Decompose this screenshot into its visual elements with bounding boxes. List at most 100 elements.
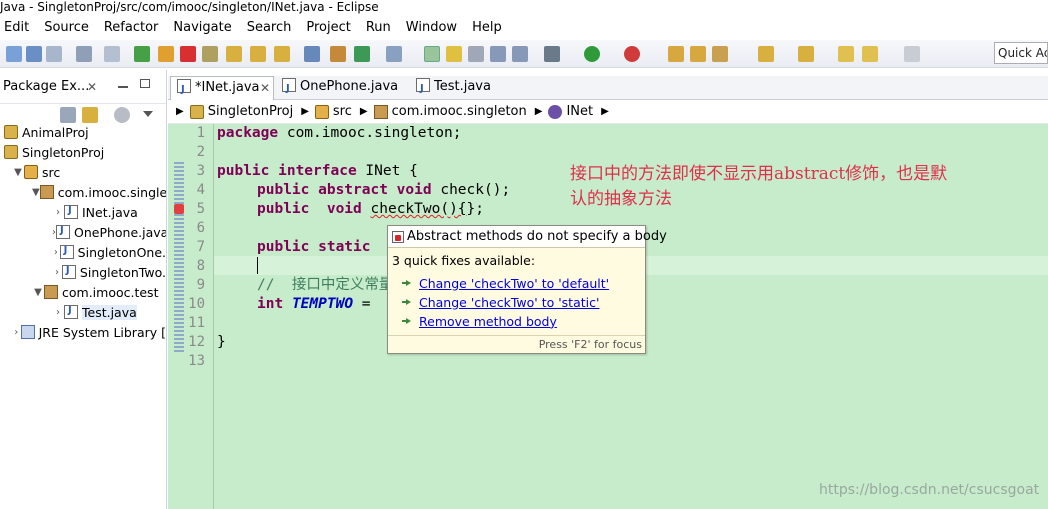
show-whitespace-icon[interactable] [490,46,506,62]
code-text: = [353,296,371,312]
resume-icon[interactable] [134,46,150,62]
quick-fix-item[interactable]: Change 'checkTwo' to 'default' [402,274,609,292]
step-into-icon[interactable] [226,46,242,62]
tab-onephone-java[interactable]: OnePhone.java [278,76,408,100]
line-number: 4 [196,182,205,198]
chevron-down-icon[interactable]: ▼ [32,287,44,298]
breadcrumb-src[interactable]: src [314,104,352,119]
new-icon[interactable] [6,46,22,62]
highlight-icon[interactable] [446,46,462,62]
tree-item[interactable]: ▼ com.imooc.test [0,282,166,302]
menu-source[interactable]: Source [38,20,98,35]
quick-fix-link[interactable]: Change 'checkTwo' to 'default' [419,276,609,291]
suspend-icon[interactable] [158,46,174,62]
tree-item[interactable]: › SingletonTwo. [0,262,166,282]
project-icon [4,145,18,159]
breadcrumb-label: src [332,104,352,119]
chevron-right-icon[interactable]: › [52,207,64,218]
print-icon[interactable] [76,46,92,62]
menu-refactor[interactable]: Refactor [98,20,168,35]
close-icon[interactable]: ✕ [260,77,270,99]
save-all-icon[interactable] [46,46,62,62]
previous-annotation-icon[interactable] [798,46,814,62]
menu-help[interactable]: Help [466,20,511,35]
menu-project[interactable]: Project [300,20,359,35]
forward-icon[interactable] [904,46,920,62]
chevron-right-icon[interactable]: › [12,327,21,338]
maximize-icon[interactable] [140,79,150,88]
new-java-package-icon[interactable] [330,46,346,62]
tree-item[interactable]: AnimalProj [0,122,166,142]
quick-fix-link[interactable]: Remove method body [419,314,557,329]
back-icon[interactable] [862,46,878,62]
chevron-right-icon[interactable]: › [52,267,62,278]
block-selection-icon[interactable] [512,46,528,62]
open-folder-icon[interactable] [690,46,706,62]
tree-item[interactable]: ›OnePhone.java [0,222,166,242]
menu-run[interactable]: Run [360,20,400,35]
chevron-down-icon[interactable]: ▼ [12,167,24,178]
line-number: 7 [196,239,205,255]
chevron-right-icon[interactable]: › [52,307,64,318]
tab-inet-java[interactable]: *INet.java ✕ [170,76,274,101]
terminate-icon[interactable] [180,46,196,62]
debug-icon[interactable] [544,46,560,62]
last-edit-icon[interactable] [838,46,854,62]
quick-fix-item[interactable]: Change 'checkTwo' to 'static' [402,293,599,311]
code-text: } [217,334,226,350]
tab-test-java[interactable]: Test.java [414,76,514,100]
menu-edit[interactable]: Edit [0,20,38,35]
code-line-5: public void checkTwo(){}; [257,200,484,219]
step-return-icon[interactable] [274,46,290,62]
tree-item-label: OnePhone.java [74,224,166,240]
quick-fix-link[interactable]: Change 'checkTwo' to 'static' [419,295,599,310]
quick-fix-count: 3 quick fixes available: [392,253,536,268]
view-menu-icon[interactable] [143,111,153,117]
keyword: public void [257,201,362,217]
menu-window[interactable]: Window [400,20,466,35]
chevron-right-icon[interactable]: › [52,247,60,258]
collapse-all-icon[interactable] [60,107,76,123]
new-class-icon[interactable] [354,46,370,62]
next-annotation-icon[interactable] [758,46,774,62]
link-with-editor-icon[interactable] [82,107,98,123]
skip-breakpoints-icon[interactable] [104,46,120,62]
tree-item[interactable]: › SingletonOne. [0,242,166,262]
minimize-icon[interactable] [118,78,128,88]
annotation-note: 接口中的方法即使不显示用abstract修饰，也是默 认的抽象方法 [570,162,1020,212]
step-over-icon[interactable] [250,46,266,62]
package-explorer-tab[interactable]: Package Ex... ✕ [0,76,104,98]
external-tools-icon[interactable] [624,46,640,62]
tree-item[interactable]: › Test.java [0,302,166,322]
arrow-right-icon [402,298,412,306]
run-icon[interactable] [584,46,600,62]
dropdown-icon[interactable] [386,46,402,62]
breadcrumb-interface[interactable]: INet [548,104,593,119]
quick-access-input[interactable]: Quick Ac [994,42,1048,64]
tree-item[interactable]: › INet.java [0,202,166,222]
disconnect-icon[interactable] [202,46,218,62]
filter-icon[interactable] [114,107,130,123]
tab-label: Test.java [434,79,491,94]
tree-item[interactable]: ▼ src [0,162,166,182]
tree-item[interactable]: ▼ com.imooc.single [0,182,166,202]
code-line-3: public interface INet { [217,162,418,181]
drop-to-frame-icon[interactable] [304,46,320,62]
error-marker-icon[interactable] [174,204,184,214]
open-type-icon[interactable] [668,46,684,62]
tree-item[interactable]: › JRE System Library [ [0,322,166,342]
quick-fix-footer: Press 'F2' for focus [388,335,645,353]
package-explorer-header: Package Ex... ✕ [0,70,166,104]
breadcrumb-project[interactable]: SingletonProj [189,104,293,119]
quick-fix-item[interactable]: Remove method body [402,312,557,330]
menu-navigate[interactable]: Navigate [167,20,240,35]
chevron-down-icon[interactable]: ▼ [32,187,40,198]
breadcrumb-package[interactable]: com.imooc.singleton [373,104,527,119]
menu-search[interactable]: Search [241,20,301,35]
mark-occurrences-icon[interactable] [424,46,440,62]
search-tools-icon[interactable] [712,46,728,62]
close-icon[interactable]: ✕ [87,76,97,98]
tree-item[interactable]: SingletonProj [0,142,166,162]
save-icon[interactable] [26,46,42,62]
pin-icon[interactable] [468,46,484,62]
